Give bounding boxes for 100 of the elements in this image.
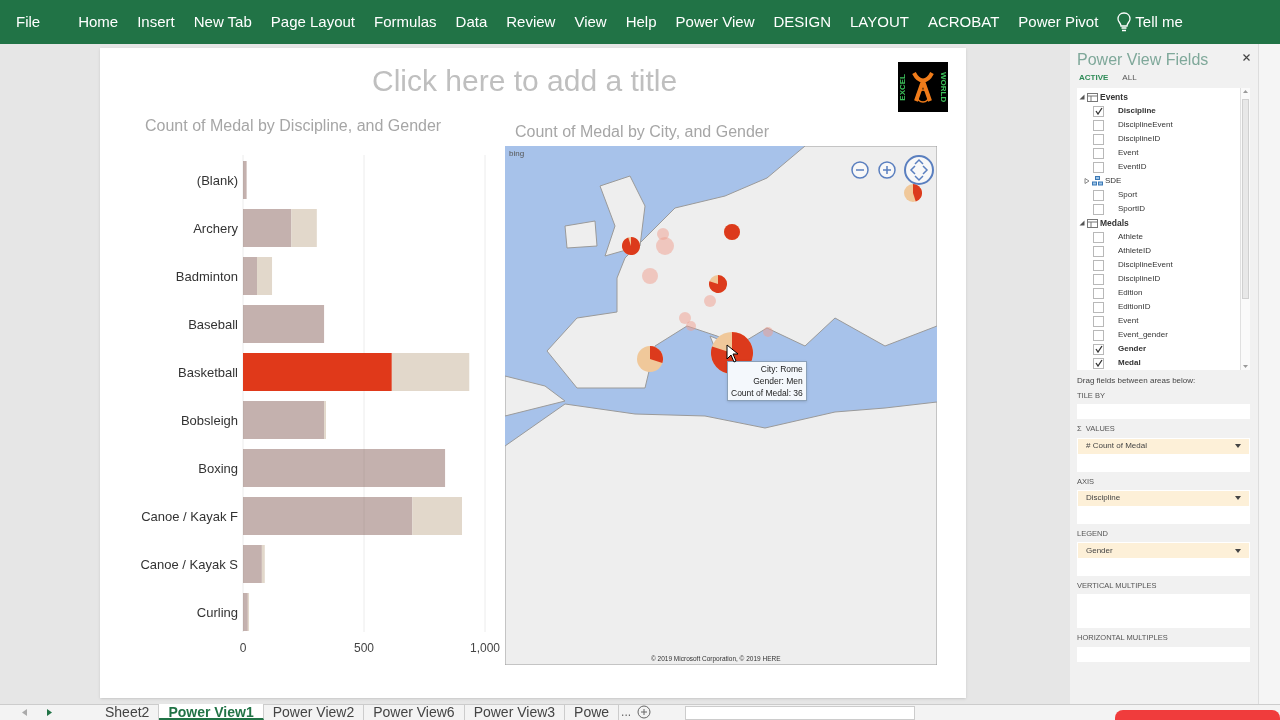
sheet-tab[interactable]: Power View3 xyxy=(464,704,566,720)
checkbox[interactable] xyxy=(1093,203,1104,215)
bar[interactable] xyxy=(243,353,392,391)
area-field[interactable]: Gender xyxy=(1078,543,1249,558)
ribbon-tab[interactable]: Help xyxy=(625,10,657,34)
field-name[interactable]: Sport xyxy=(1118,189,1138,201)
pie-marker[interactable] xyxy=(724,224,740,240)
pie-marker[interactable] xyxy=(642,268,658,284)
pie-marker[interactable] xyxy=(763,327,773,337)
ribbon-tab[interactable]: LAYOUT xyxy=(850,10,909,34)
bar[interactable] xyxy=(243,593,248,631)
bar[interactable] xyxy=(412,497,462,535)
add-sheet-icon[interactable] xyxy=(637,705,652,719)
pie-marker[interactable] xyxy=(679,312,691,324)
pie-marker[interactable] xyxy=(709,275,727,293)
right-arrow-icon[interactable] xyxy=(47,709,52,716)
checkbox[interactable] xyxy=(1093,315,1104,327)
pie-marker[interactable] xyxy=(656,237,674,255)
ribbon-tab[interactable]: Data xyxy=(455,10,488,34)
field-name[interactable]: Edition xyxy=(1118,287,1143,299)
sheet-tab[interactable]: Power View6 xyxy=(364,704,465,720)
field-name[interactable]: DisciplineEvent xyxy=(1118,119,1173,131)
scrollbar[interactable] xyxy=(1240,88,1250,370)
checkbox[interactable] xyxy=(1093,231,1104,243)
sheet-tab[interactable]: Power View1 xyxy=(159,704,264,720)
ribbon-tab[interactable]: Review xyxy=(506,10,556,34)
field-name[interactable]: EditionID xyxy=(1118,301,1151,313)
scroll-down-icon[interactable] xyxy=(1242,363,1249,370)
ribbon-tab[interactable]: DESIGN xyxy=(773,10,831,34)
ribbon-tab[interactable]: ACROBAT xyxy=(927,10,1000,34)
expand-arrow-icon[interactable] xyxy=(1079,220,1085,226)
checkbox[interactable] xyxy=(1093,161,1104,173)
table-name[interactable]: Events xyxy=(1100,90,1128,104)
bar[interactable] xyxy=(247,593,250,631)
drop-area[interactable]: # Count of Medal xyxy=(1077,437,1250,472)
sheet-tab[interactable]: Powe xyxy=(565,704,620,720)
pane-tab[interactable]: ACTIVE xyxy=(1079,72,1109,84)
more-sheets[interactable]: ... xyxy=(619,704,634,720)
scrollbar[interactable] xyxy=(1258,44,1280,704)
expand-arrow-icon[interactable] xyxy=(1084,178,1090,184)
bar[interactable] xyxy=(243,305,325,343)
bar[interactable] xyxy=(243,449,446,487)
field-name[interactable]: DisciplineID xyxy=(1118,273,1161,285)
bar[interactable] xyxy=(257,257,273,295)
bar[interactable] xyxy=(243,209,292,247)
field-name[interactable]: Medal xyxy=(1118,357,1141,369)
field-name[interactable]: Discipline xyxy=(1118,105,1156,117)
field-name[interactable]: Gender xyxy=(1118,343,1146,355)
checkbox[interactable] xyxy=(1093,301,1104,313)
ribbon-tab[interactable]: Power View xyxy=(675,10,755,34)
checkbox[interactable] xyxy=(1093,329,1104,341)
ribbon-tab[interactable]: Home xyxy=(78,10,119,34)
area-field[interactable]: Discipline xyxy=(1078,490,1249,506)
pie-marker[interactable] xyxy=(622,237,640,255)
sheet-tab[interactable]: Power View2 xyxy=(263,704,365,720)
drop-area[interactable]: Discipline xyxy=(1077,489,1250,524)
bar[interactable] xyxy=(243,401,325,439)
bar[interactable] xyxy=(261,545,265,583)
pie-marker[interactable] xyxy=(637,346,663,372)
ribbon-tab[interactable]: Power Pivot xyxy=(1018,10,1099,34)
checkbox[interactable] xyxy=(1093,273,1104,285)
checkbox[interactable] xyxy=(1093,189,1104,201)
ribbon-tab[interactable]: Page Layout xyxy=(270,10,356,34)
checkbox[interactable] xyxy=(1093,147,1104,159)
field-name[interactable]: Event xyxy=(1118,315,1139,327)
field-name[interactable]: Event xyxy=(1118,147,1139,159)
field-name[interactable]: DisciplineID xyxy=(1118,133,1161,145)
pie-marker[interactable] xyxy=(657,228,669,240)
zoom-out-icon[interactable] xyxy=(851,161,869,179)
checkbox[interactable] xyxy=(1093,105,1104,117)
checkbox[interactable] xyxy=(1093,357,1104,369)
checkbox[interactable] xyxy=(1093,245,1104,257)
field-name[interactable]: SDE xyxy=(1105,175,1122,187)
close-icon[interactable] xyxy=(1243,54,1250,61)
ribbon-tab[interactable]: New Tab xyxy=(193,10,252,34)
checkbox[interactable] xyxy=(1093,287,1104,299)
field-name[interactable]: DisciplineEvent xyxy=(1118,259,1173,271)
field-name[interactable]: SportID xyxy=(1118,203,1146,215)
zoom-in-icon[interactable] xyxy=(878,161,896,179)
field-name[interactable]: AthleteID xyxy=(1118,245,1151,257)
bar[interactable] xyxy=(243,257,258,295)
horizontal-scrollbar[interactable] xyxy=(685,706,916,720)
bar[interactable] xyxy=(391,353,470,391)
ribbon-tab[interactable]: Formulas xyxy=(374,10,437,34)
bar[interactable] xyxy=(291,209,317,247)
checkbox[interactable] xyxy=(1093,119,1104,131)
left-arrow-icon[interactable] xyxy=(22,709,27,716)
area-field[interactable]: # Count of Medal xyxy=(1078,438,1249,454)
checkbox[interactable] xyxy=(1093,133,1104,145)
ribbon-tab[interactable]: File xyxy=(16,10,41,34)
pane-tab[interactable]: ALL xyxy=(1122,72,1137,84)
ribbon-tab[interactable]: Insert xyxy=(137,10,175,34)
pan-icon[interactable] xyxy=(903,154,935,186)
expand-arrow-icon[interactable] xyxy=(1079,94,1085,100)
field-name[interactable]: EventID xyxy=(1118,161,1147,173)
tell-me-field[interactable]: Tell me xyxy=(1135,10,1183,34)
bar[interactable] xyxy=(243,161,247,199)
field-name[interactable]: Athlete xyxy=(1118,231,1143,243)
bar[interactable] xyxy=(243,545,262,583)
drop-area[interactable]: Gender xyxy=(1077,542,1250,576)
